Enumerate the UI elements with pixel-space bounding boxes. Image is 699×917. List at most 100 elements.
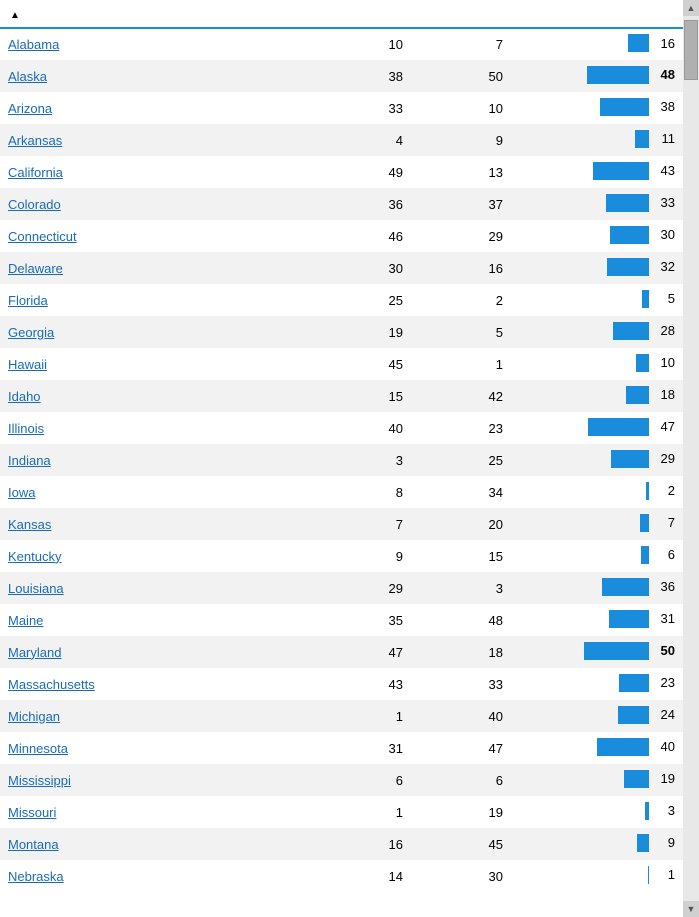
weather-cell: 37	[433, 188, 523, 220]
weather-cell: 45	[433, 828, 523, 860]
rank-bar-container: 5	[642, 290, 675, 308]
state-link[interactable]: Alabama	[8, 37, 59, 52]
afford-cell: 36	[313, 188, 433, 220]
rank-number: 7	[653, 515, 675, 530]
state-cell: Idaho	[0, 380, 313, 412]
rank-bar-container: 7	[640, 514, 675, 532]
rank-cell: 10	[523, 348, 683, 380]
scroll-down-button[interactable]: ▼	[683, 901, 699, 917]
rank-bar-container: 10	[636, 354, 675, 372]
afford-cell: 31	[313, 732, 433, 764]
state-link[interactable]: Massachusetts	[8, 677, 95, 692]
table-body: Alabama 10 7 16 Alaska 38 50 48	[0, 28, 683, 892]
state-link[interactable]: Mississippi	[8, 773, 71, 788]
state-link[interactable]: Colorado	[8, 197, 61, 212]
table-row: Hawaii 45 1 10	[0, 348, 683, 380]
state-link[interactable]: Michigan	[8, 709, 60, 724]
state-link[interactable]: Illinois	[8, 421, 44, 436]
state-cell: California	[0, 156, 313, 188]
table-row: Delaware 30 16 32	[0, 252, 683, 284]
rank-bar	[602, 578, 649, 596]
rank-cell: 40	[523, 732, 683, 764]
afford-cell: 30	[313, 252, 433, 284]
state-link[interactable]: Maryland	[8, 645, 61, 660]
weather-cell: 5	[433, 316, 523, 348]
rank-bar	[624, 770, 649, 788]
rank-cell: 24	[523, 700, 683, 732]
table-row: Mississippi 6 6 19	[0, 764, 683, 796]
state-link[interactable]: Louisiana	[8, 581, 64, 596]
scroll-up-button[interactable]: ▲	[683, 0, 699, 16]
afford-cell: 47	[313, 636, 433, 668]
afford-header[interactable]	[313, 0, 433, 28]
state-link[interactable]: Connecticut	[8, 229, 77, 244]
rank-header[interactable]	[523, 0, 683, 28]
rank-number: 48	[653, 67, 675, 82]
scrollbar-thumb[interactable]	[684, 20, 698, 80]
state-cell: Michigan	[0, 700, 313, 732]
state-link[interactable]: Arkansas	[8, 133, 62, 148]
rank-cell: 38	[523, 92, 683, 124]
weather-cell: 13	[433, 156, 523, 188]
rank-bar-container: 40	[597, 738, 675, 756]
table-row: Kansas 7 20 7	[0, 508, 683, 540]
rank-bar	[640, 514, 649, 532]
state-link[interactable]: Maine	[8, 613, 43, 628]
rank-cell: 11	[523, 124, 683, 156]
state-link[interactable]: Georgia	[8, 325, 54, 340]
rank-number: 3	[653, 803, 675, 818]
state-link[interactable]: Missouri	[8, 805, 56, 820]
state-link[interactable]: Kansas	[8, 517, 51, 532]
state-link[interactable]: Hawaii	[8, 357, 47, 372]
weather-cell: 25	[433, 444, 523, 476]
scrollbar[interactable]: ▲ ▼	[683, 0, 699, 917]
weather-header[interactable]	[433, 0, 523, 28]
rank-bar-container: 28	[613, 322, 675, 340]
rank-cell: 43	[523, 156, 683, 188]
rank-number: 24	[653, 707, 675, 722]
state-link[interactable]: Indiana	[8, 453, 51, 468]
rank-bar	[587, 66, 649, 84]
table-row: Illinois 40 23 47	[0, 412, 683, 444]
rank-number: 40	[653, 739, 675, 754]
weather-cell: 20	[433, 508, 523, 540]
weather-cell: 9	[433, 124, 523, 156]
rank-bar	[593, 162, 649, 180]
weather-cell: 40	[433, 700, 523, 732]
state-link[interactable]: California	[8, 165, 63, 180]
state-link[interactable]: Minnesota	[8, 741, 68, 756]
afford-cell: 29	[313, 572, 433, 604]
state-link[interactable]: Iowa	[8, 485, 35, 500]
rank-bar-container: 43	[593, 162, 675, 180]
rank-bar	[588, 418, 649, 436]
rank-bar	[613, 322, 649, 340]
state-link[interactable]: Nebraska	[8, 869, 64, 884]
rank-bar	[607, 258, 649, 276]
state-link[interactable]: Florida	[8, 293, 48, 308]
state-link[interactable]: Delaware	[8, 261, 63, 276]
rank-cell: 18	[523, 380, 683, 412]
table-row: Maryland 47 18 50	[0, 636, 683, 668]
afford-cell: 1	[313, 700, 433, 732]
rank-bar-container: 19	[624, 770, 675, 788]
state-link[interactable]: Montana	[8, 837, 59, 852]
state-header[interactable]: ▲	[0, 0, 313, 28]
state-cell: Illinois	[0, 412, 313, 444]
rank-bar-container: 47	[588, 418, 675, 436]
state-cell: Louisiana	[0, 572, 313, 604]
rank-cell: 6	[523, 540, 683, 572]
rank-cell: 47	[523, 412, 683, 444]
state-cell: Iowa	[0, 476, 313, 508]
state-link[interactable]: Alaska	[8, 69, 47, 84]
state-cell: Maryland	[0, 636, 313, 668]
table-row: Michigan 1 40 24	[0, 700, 683, 732]
state-cell: Arizona	[0, 92, 313, 124]
rank-bar	[619, 674, 649, 692]
scrollbar-track[interactable]	[683, 16, 699, 901]
state-link[interactable]: Arizona	[8, 101, 52, 116]
state-link[interactable]: Idaho	[8, 389, 41, 404]
rank-bar-container: 38	[600, 98, 675, 116]
rank-bar	[636, 354, 649, 372]
state-link[interactable]: Kentucky	[8, 549, 61, 564]
afford-cell: 35	[313, 604, 433, 636]
